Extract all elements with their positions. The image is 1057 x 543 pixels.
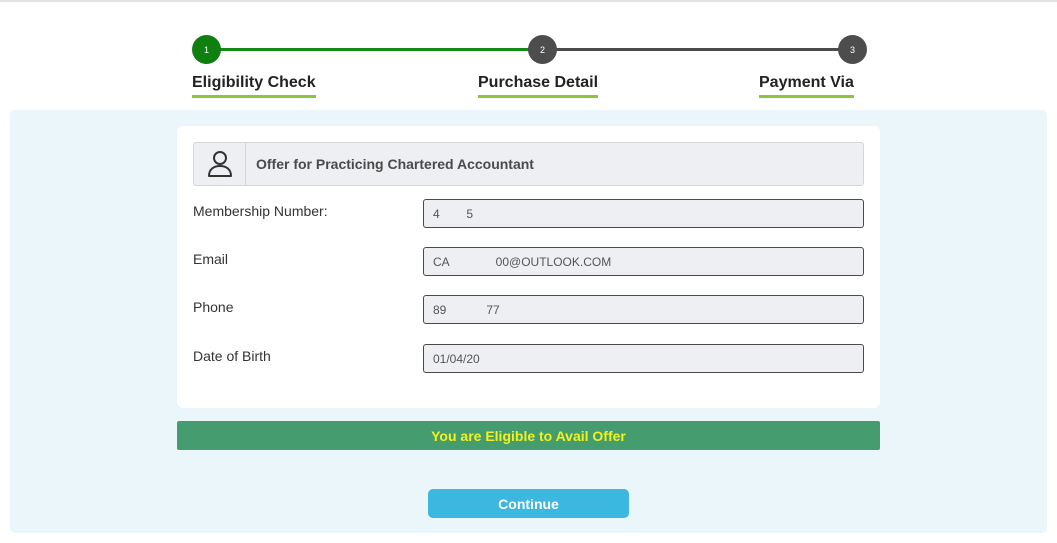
step-2-label[interactable]: Purchase Detail (478, 73, 599, 98)
date-of-birth-input[interactable] (423, 344, 864, 373)
step-1-label[interactable]: Eligibility Check (192, 73, 316, 98)
eligibility-status-banner: You are Eligible to Avail Offer (177, 421, 880, 450)
step-3-label[interactable]: Payment Via (759, 73, 854, 98)
phone-input[interactable] (423, 295, 864, 324)
step-1-circle[interactable]: 1 (192, 35, 221, 64)
date-of-birth-label: Date of Birth (193, 348, 271, 364)
step-3-circle[interactable]: 3 (838, 35, 867, 64)
membership-number-input[interactable] (423, 199, 864, 228)
progress-stepper: 1 2 3 Eligibility Check Purchase Detail … (0, 0, 1057, 110)
phone-label: Phone (193, 299, 234, 315)
email-input[interactable] (423, 247, 864, 276)
user-icon (194, 143, 246, 185)
membership-number-label: Membership Number: (193, 203, 328, 219)
offer-title: Offer for Practicing Chartered Accountan… (256, 156, 534, 172)
stepper-line-pending (542, 48, 852, 51)
step-2-circle[interactable]: 2 (528, 35, 557, 64)
offer-header: Offer for Practicing Chartered Accountan… (193, 142, 864, 186)
continue-button[interactable]: Continue (428, 489, 629, 518)
email-label: Email (193, 251, 229, 267)
stepper-line-completed (206, 48, 542, 51)
